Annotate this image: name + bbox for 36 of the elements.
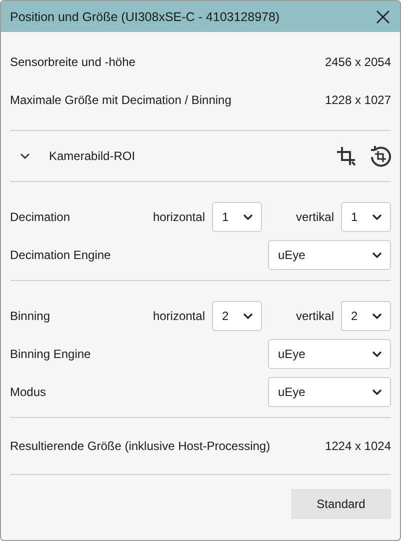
crop-icon[interactable] (335, 145, 357, 167)
dropdown[interactable]: 1 (212, 202, 262, 232)
field-label: Binning Engine (10, 347, 92, 361)
dropdown[interactable]: 2 (341, 301, 391, 331)
dropdown[interactable]: 2 (212, 301, 262, 331)
dropdown[interactable]: uEye (268, 377, 391, 407)
standard-button[interactable]: Standard (291, 489, 391, 519)
info-value: 2456 x 2054 (324, 55, 391, 69)
reset-crop-icon[interactable] (369, 145, 391, 167)
field-label: horizontal (152, 210, 205, 224)
chevron-down-icon (372, 312, 382, 320)
info-value: 1228 x 1027 (324, 93, 391, 107)
field-label: horizontal (152, 309, 205, 323)
chevron-down-icon (372, 214, 382, 220)
info-label: Sensorbreite und -höhe (10, 55, 136, 69)
chevron-down-icon (242, 312, 253, 320)
info-label: Maximale Größe mit Decimation / Binning (10, 93, 232, 107)
window-title: Position und Größe (UI308xSE-C - 4103128978) (10, 10, 280, 24)
chevron-down-icon (372, 388, 382, 396)
result-value: 1224 x 1024 (324, 439, 391, 453)
chevron-down-icon (372, 252, 382, 258)
dropdown[interactable]: uEye (268, 240, 391, 270)
field-label: vertikal (296, 210, 334, 224)
chevron-down-icon (242, 214, 253, 220)
section-title: Kamerabild-ROI (49, 149, 136, 163)
field-label: Binning (10, 309, 52, 323)
field-label: Modus (10, 385, 48, 399)
field-label: Decimation Engine (10, 248, 112, 262)
field-label: vertikal (296, 309, 334, 323)
expand-toggle[interactable] (20, 152, 30, 160)
dropdown[interactable]: uEye (268, 339, 391, 369)
result-label: Resultierende Größe (inklusive Host-Processing) (10, 439, 270, 453)
field-label: Decimation (10, 210, 72, 224)
close-button[interactable] (376, 10, 390, 24)
dropdown[interactable]: 1 (341, 202, 391, 232)
chevron-down-icon (372, 350, 382, 358)
